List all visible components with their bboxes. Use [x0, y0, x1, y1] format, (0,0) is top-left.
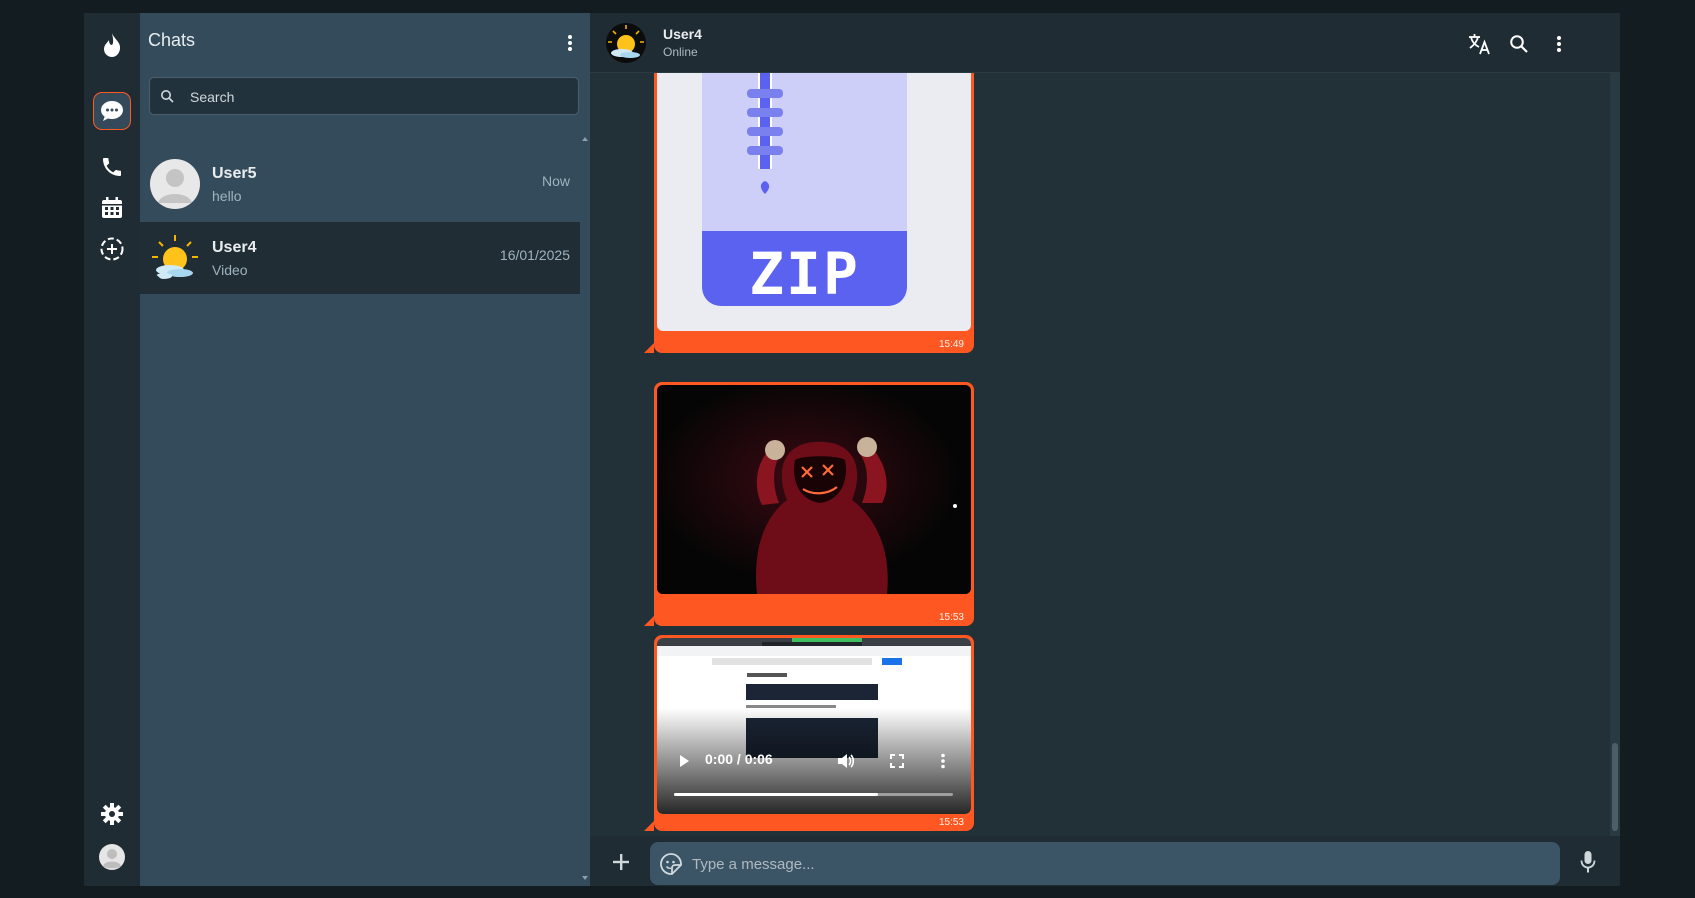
phone-icon — [103, 158, 121, 176]
attach-button[interactable] — [608, 849, 634, 875]
contact-avatar-sun-cloud-icon[interactable] — [606, 23, 646, 63]
video-progress-bar[interactable] — [674, 792, 953, 798]
search-box — [149, 77, 579, 116]
header-menu-button[interactable] — [1546, 31, 1572, 57]
nav-calendar-button[interactable] — [94, 190, 130, 226]
message-video[interactable]: 0:00 / 0:06 15:53 — [644, 635, 974, 831]
sticker-icon — [660, 853, 682, 875]
conversation-scrollbar[interactable] — [1610, 73, 1620, 836]
scroll-up-arrow-icon[interactable] — [582, 137, 588, 141]
chat-item-user5[interactable]: User5 hello Now — [140, 148, 580, 220]
more-vertical-icon — [1557, 36, 1561, 52]
header-search-button[interactable] — [1506, 31, 1532, 57]
play-button[interactable] — [677, 754, 691, 773]
default-avatar-icon — [150, 159, 200, 209]
chat-bubble-icon — [101, 101, 123, 121]
chat-time: 16/01/2025 — [499, 247, 570, 263]
search-icon — [161, 90, 174, 103]
profile-button[interactable] — [94, 839, 130, 875]
scrollbar-thumb[interactable] — [1612, 743, 1618, 831]
more-vertical-icon — [941, 753, 945, 769]
conversation-panel: User4 Online ZIP 15:49 15:53 0:00 / 0:06… — [590, 13, 1620, 886]
fullscreen-icon — [890, 754, 904, 768]
volume-icon — [838, 754, 855, 768]
conversation-header: User4 Online — [590, 13, 1620, 73]
zip-file-icon: ZIP — [657, 73, 971, 331]
translate-icon — [1469, 34, 1490, 55]
message-list: ZIP 15:49 15:53 0:00 / 0:06 15:53 — [590, 73, 1620, 836]
bubble-tail — [644, 616, 654, 626]
video-thumbnail-screenshot — [657, 638, 971, 814]
more-vertical-icon — [568, 35, 572, 51]
gear-icon — [101, 803, 123, 825]
message-input[interactable] — [690, 842, 1544, 886]
chat-name: User4 — [212, 239, 257, 256]
sticker-button[interactable] — [660, 853, 682, 880]
chat-list-title: Chats — [148, 30, 196, 50]
mute-button[interactable] — [837, 753, 855, 774]
message-composer — [590, 836, 1620, 886]
message-file[interactable]: ZIP 15:49 — [644, 73, 974, 353]
chat-list-menu-button[interactable] — [560, 31, 580, 55]
sun-cloud-icon — [150, 233, 200, 283]
bubble-tail — [644, 343, 654, 353]
video-player[interactable]: 0:00 / 0:06 — [657, 638, 971, 814]
calendar-icon — [102, 197, 122, 218]
plus-icon — [613, 854, 629, 870]
settings-button[interactable] — [94, 796, 130, 832]
video-options-button[interactable] — [940, 753, 946, 774]
fullscreen-button[interactable] — [890, 754, 904, 773]
app-window: Chats User5 hello Now User4 Video 16/01/… — [84, 13, 1620, 886]
nav-chats-button[interactable] — [94, 93, 130, 129]
video-time: 0:00 / 0:06 — [705, 751, 773, 767]
contact-status: Online — [663, 45, 698, 59]
chat-time: Now — [541, 173, 570, 189]
search-icon — [1510, 35, 1528, 53]
chat-list-panel: Chats User5 hello Now User4 Video 16/01/… — [140, 13, 590, 886]
message-time: 15:53 — [938, 817, 964, 828]
message-image[interactable]: 15:53 — [644, 382, 974, 626]
chat-item-user4[interactable]: User4 Video 16/01/2025 — [140, 222, 580, 294]
play-icon — [680, 755, 689, 767]
translate-button[interactable] — [1466, 31, 1492, 57]
message-time: 15:53 — [938, 612, 964, 623]
message-box — [650, 842, 1560, 886]
scroll-down-arrow-icon[interactable] — [582, 876, 588, 880]
search-input[interactable] — [188, 78, 572, 116]
nav-rail — [84, 13, 140, 886]
nav-calls-button[interactable] — [94, 149, 130, 185]
contact-name: User4 — [663, 26, 702, 42]
chat-preview: Video — [212, 262, 248, 278]
message-time: 15:49 — [938, 339, 964, 350]
hooded-figure-image — [657, 385, 971, 594]
status-add-icon — [100, 237, 124, 261]
nav-status-button[interactable] — [94, 231, 130, 267]
chat-preview: hello — [212, 188, 242, 204]
chat-name: User5 — [212, 165, 257, 182]
file-type-label: ZIP — [749, 240, 860, 308]
avatar-icon — [99, 844, 125, 870]
bubble-tail — [644, 821, 654, 831]
microphone-icon — [1580, 851, 1596, 873]
voice-record-button[interactable] — [1575, 849, 1601, 875]
flame-logo-icon — [94, 27, 130, 63]
